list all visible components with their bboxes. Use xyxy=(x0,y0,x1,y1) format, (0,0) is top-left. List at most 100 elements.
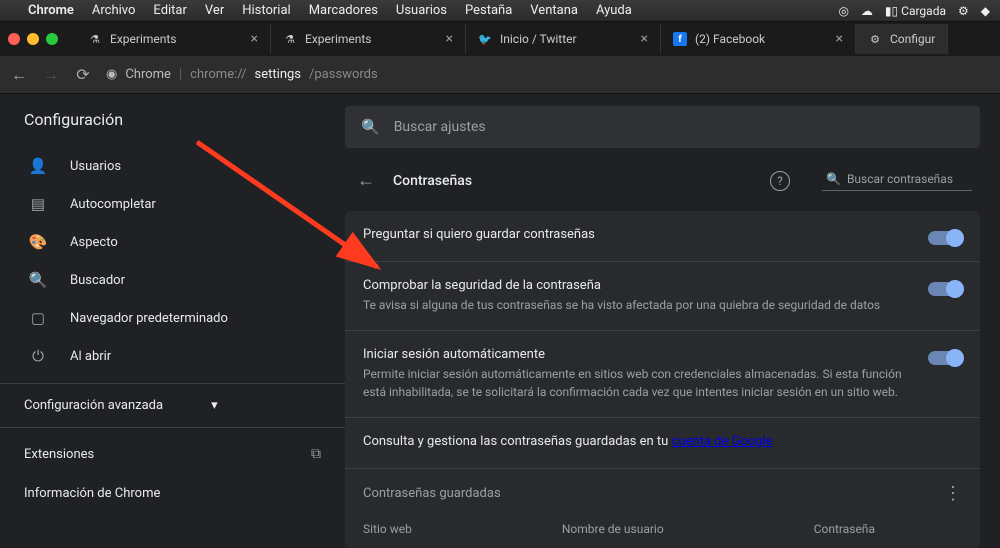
search-icon: 🔍 xyxy=(28,271,48,289)
menubar-item[interactable]: Editar xyxy=(153,3,187,18)
palette-icon: 🎨 xyxy=(28,233,48,251)
sidebar-item-appearance[interactable]: 🎨 Aspecto xyxy=(0,223,345,261)
external-link-icon: ⧉ xyxy=(311,446,321,462)
settings-sidebar: Configuración 👤Usuarios ▤Autocompletar 🎨… xyxy=(0,94,345,521)
extensions-label: Extensiones xyxy=(24,447,94,462)
maximize-window-button[interactable] xyxy=(46,33,58,45)
toggle-check-security[interactable] xyxy=(928,282,962,296)
twitter-icon: 🐦 xyxy=(478,32,492,46)
menubar-item[interactable]: Usuarios xyxy=(396,3,447,18)
browser-tabstrip: ⚗ Experiments × ⚗ Experiments × 🐦 Inicio… xyxy=(0,22,1000,56)
sidebar-advanced-toggle[interactable]: Configuración avanzada ▾ xyxy=(0,383,345,428)
menubar-item[interactable]: Ventana xyxy=(530,3,578,18)
menubar-status-icon[interactable]: ◆ xyxy=(981,4,990,18)
search-icon: 🔍 xyxy=(361,118,380,136)
settings-main: 🔍 Buscar ajustes ← Contraseñas ? 🔍 Busca… xyxy=(345,94,1000,521)
saved-passwords-columns: Sitio web Nombre de usuario Contraseña xyxy=(345,510,980,548)
password-search[interactable]: 🔍 Buscar contraseñas xyxy=(822,170,972,191)
tab-label: Experiments xyxy=(305,32,372,46)
close-tab-icon[interactable]: × xyxy=(836,31,843,47)
browser-tab[interactable]: ⚗ Experiments × xyxy=(271,24,466,54)
google-account-link[interactable]: cuenta de Google xyxy=(672,434,773,449)
settings-search[interactable]: 🔍 Buscar ajustes xyxy=(345,106,980,148)
sidebar-item-label: Aspecto xyxy=(70,235,118,250)
menubar-item[interactable]: Historial xyxy=(242,3,290,18)
close-tab-icon[interactable]: × xyxy=(446,31,453,47)
sidebar-item-users[interactable]: 👤Usuarios xyxy=(0,147,345,185)
reload-button[interactable]: ⟳ xyxy=(74,65,92,84)
menubar-app[interactable]: Chrome xyxy=(28,3,74,18)
browser-tab[interactable]: 🐦 Inicio / Twitter × xyxy=(466,24,661,54)
tab-label: (2) Facebook xyxy=(695,32,765,46)
url-scheme: chrome:// xyxy=(190,67,246,82)
menubar-item[interactable]: Archivo xyxy=(92,3,136,18)
setting-desc: Permite iniciar sesión automáticamente e… xyxy=(363,365,912,401)
browser-toolbar: ← → ⟳ ◉ Chrome | chrome://settings/passw… xyxy=(0,56,1000,94)
setting-title: Comprobar la seguridad de la contraseña xyxy=(363,278,912,293)
url-host: settings xyxy=(255,67,301,82)
forward-button[interactable]: → xyxy=(42,65,60,85)
toggle-save-passwords[interactable] xyxy=(928,231,962,245)
setting-auto-signin: Iniciar sesión automáticamente Permite i… xyxy=(345,331,980,418)
menubar-item[interactable]: Ver xyxy=(205,3,224,18)
flask-icon: ⚗ xyxy=(88,32,102,46)
menubar-item[interactable]: Pestaña xyxy=(465,3,512,18)
search-icon: 🔍 xyxy=(826,172,841,186)
setting-save-passwords: Preguntar si quiero guardar contraseñas xyxy=(345,211,980,262)
sidebar-item-label: Buscador xyxy=(70,273,125,288)
setting-manage-google: Consulta y gestiona las contraseñas guar… xyxy=(345,418,980,469)
menubar-item[interactable]: Ayuda xyxy=(596,3,632,18)
person-icon: 👤 xyxy=(28,157,48,175)
settings-card: Preguntar si quiero guardar contraseñas … xyxy=(345,211,980,548)
page-title: Contraseñas xyxy=(393,173,472,189)
column-header: Nombre de usuario xyxy=(562,522,664,536)
browser-icon: ▢ xyxy=(28,309,48,327)
help-icon[interactable]: ? xyxy=(770,171,790,191)
tab-label: Experiments xyxy=(110,32,177,46)
column-header: Contraseña xyxy=(814,522,875,536)
setting-desc: Te avisa si alguna de tus contraseñas se… xyxy=(363,296,912,314)
menubar-status-icon[interactable]: ◎ xyxy=(838,4,848,18)
sidebar-item-label: Autocompletar xyxy=(70,197,156,212)
url-path: /passwords xyxy=(309,67,378,82)
address-bar[interactable]: ◉ Chrome | chrome://settings/passwords xyxy=(106,67,378,82)
setting-title: Iniciar sesión automáticamente xyxy=(363,347,912,362)
password-search-placeholder: Buscar contraseñas xyxy=(847,172,953,186)
power-icon: ⏻ xyxy=(28,347,48,365)
window-controls xyxy=(8,33,58,45)
back-button[interactable]: ← xyxy=(10,65,28,85)
sidebar-extensions[interactable]: Extensiones ⧉ xyxy=(0,434,345,474)
browser-tab[interactable]: ⚗ Experiments × xyxy=(76,24,271,54)
sidebar-item-default-browser[interactable]: ▢Navegador predeterminado xyxy=(0,299,345,337)
search-placeholder: Buscar ajustes xyxy=(394,119,486,135)
sidebar-item-label: Al abrir xyxy=(70,349,111,364)
menubar-status-icon[interactable]: ☁ xyxy=(861,4,873,18)
url-product: Chrome xyxy=(125,67,171,82)
column-header: Sitio web xyxy=(363,522,412,536)
browser-tab[interactable]: ⚙ Configur xyxy=(856,24,948,54)
saved-passwords-title: Contraseñas guardadas xyxy=(363,486,501,501)
minimize-window-button[interactable] xyxy=(27,33,39,45)
gear-icon: ⚙ xyxy=(868,32,882,46)
sidebar-item-search[interactable]: 🔍 Buscador xyxy=(0,261,345,299)
sidebar-about[interactable]: Información de Chrome xyxy=(0,474,345,513)
sidebar-title: Configuración xyxy=(0,94,345,147)
more-menu-icon[interactable]: ⋮ xyxy=(944,483,962,504)
toggle-auto-signin[interactable] xyxy=(928,351,962,365)
menubar-item[interactable]: Marcadores xyxy=(309,3,378,18)
sidebar-item-autofill[interactable]: ▤Autocompletar xyxy=(0,185,345,223)
about-label: Información de Chrome xyxy=(24,486,160,501)
flask-icon: ⚗ xyxy=(283,32,297,46)
close-tab-icon[interactable]: × xyxy=(641,31,648,47)
back-arrow-button[interactable]: ← xyxy=(357,170,375,191)
menubar-status-icon[interactable]: ⚙ xyxy=(958,4,969,18)
browser-tab[interactable]: f (2) Facebook × xyxy=(661,24,856,54)
chevron-down-icon: ▾ xyxy=(211,398,218,413)
tab-label: Inicio / Twitter xyxy=(500,32,577,46)
facebook-icon: f xyxy=(673,32,687,46)
close-tab-icon[interactable]: × xyxy=(251,31,258,47)
close-window-button[interactable] xyxy=(8,33,20,45)
setting-check-security: Comprobar la seguridad de la contraseña … xyxy=(345,262,980,331)
sidebar-item-onstartup[interactable]: ⏻ Al abrir xyxy=(0,337,345,375)
battery-icon[interactable]: ▮▯ Cargada xyxy=(885,4,946,18)
